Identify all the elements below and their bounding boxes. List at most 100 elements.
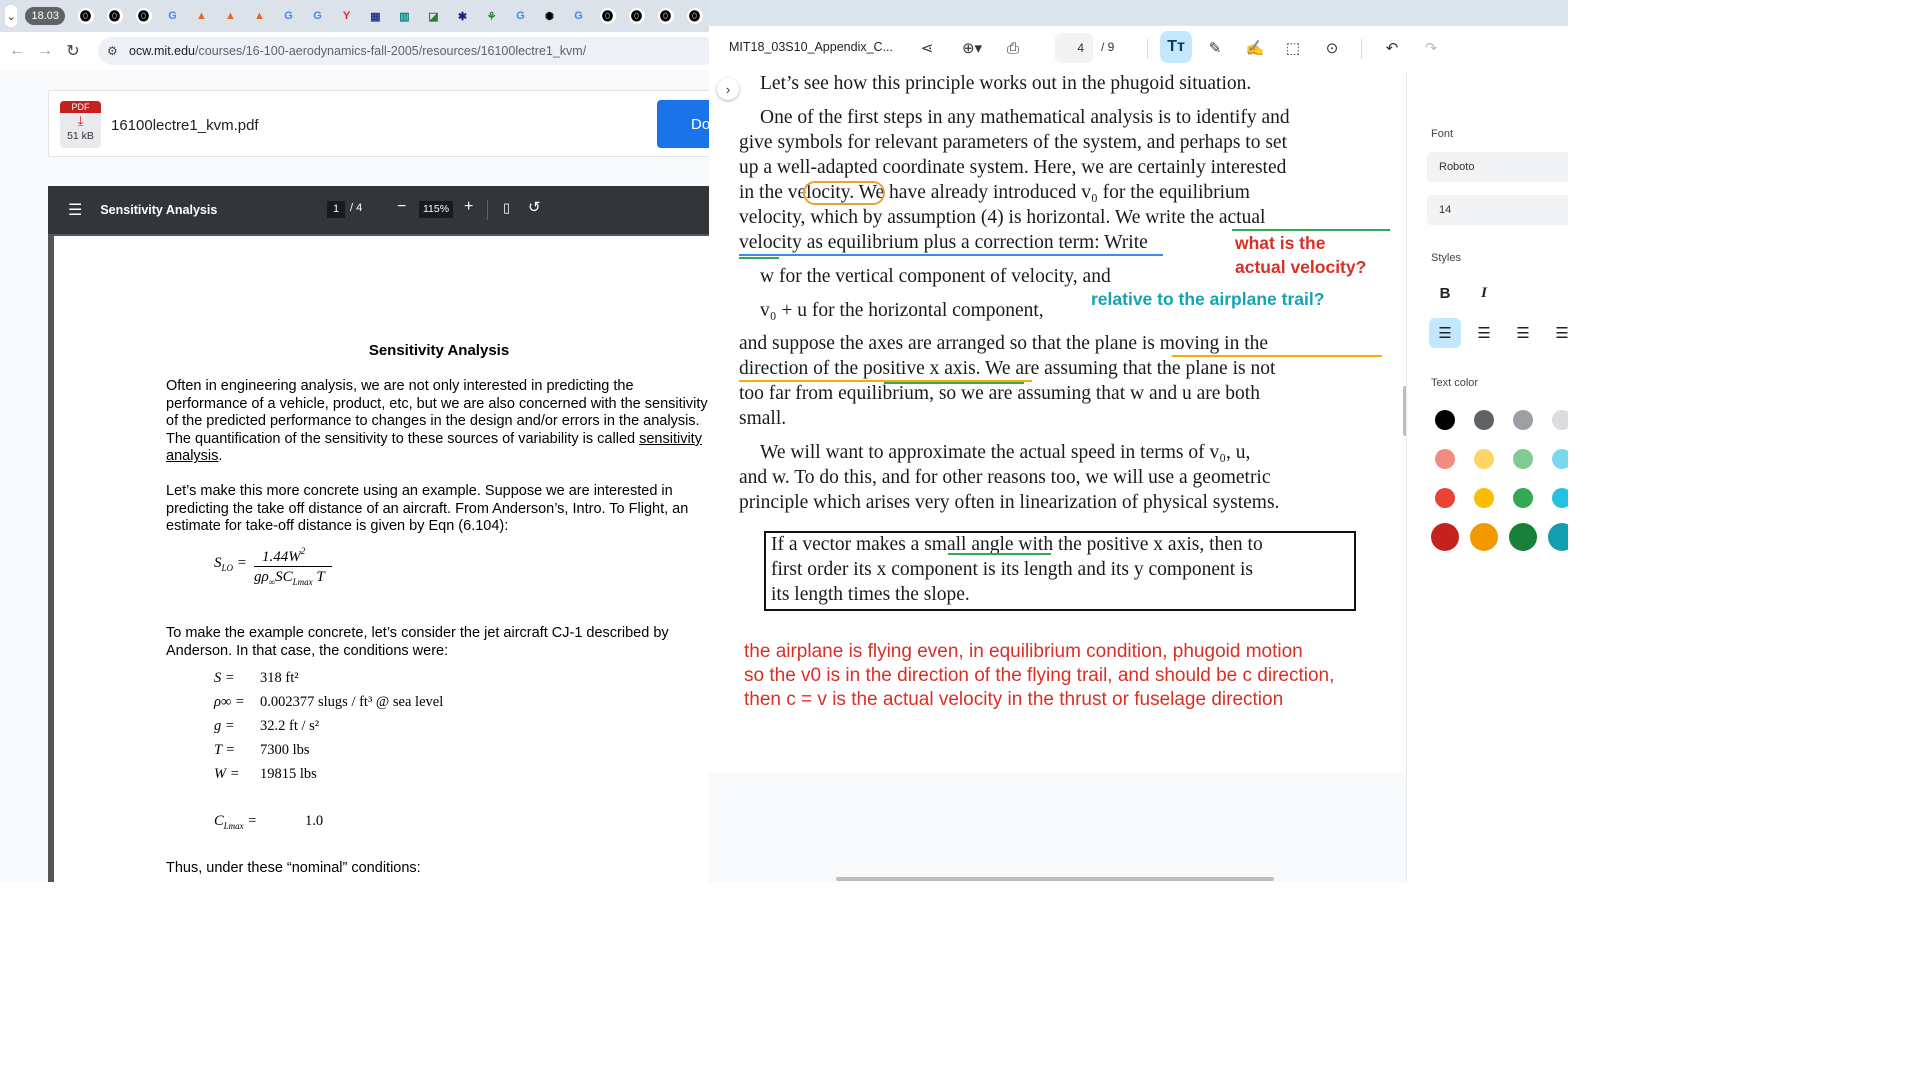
- color-swatch[interactable]: [1474, 449, 1494, 469]
- color-swatch[interactable]: [1548, 523, 1568, 551]
- zoom-in-icon[interactable]: +: [464, 198, 473, 216]
- draw-icon[interactable]: ✎: [1203, 36, 1227, 60]
- align-center-button[interactable]: ☰: [1468, 318, 1500, 348]
- color-swatch[interactable]: [1431, 523, 1459, 551]
- color-swatch[interactable]: [1470, 523, 1498, 551]
- pdf-viewer-toolbar: ☰ Sensitivity Analysis 1 / 4 − 115% + ▯ …: [48, 186, 709, 234]
- align-justify-button[interactable]: ☰: [1546, 318, 1568, 348]
- color-swatch[interactable]: [1552, 488, 1568, 508]
- fit-page-icon[interactable]: ▯: [503, 200, 510, 216]
- tab-search-button[interactable]: ⌄: [5, 5, 18, 27]
- color-swatch[interactable]: [1509, 523, 1537, 551]
- pdf-file-badge[interactable]: PDF ⤓ 51 kB: [60, 101, 101, 148]
- back-button[interactable]: ←: [6, 40, 28, 62]
- color-swatch[interactable]: [1474, 488, 1494, 508]
- annotation-note-line[interactable]: the airplane is flying even, in equilibr…: [744, 641, 1303, 663]
- browser-tab[interactable]: ⓿: [100, 0, 129, 32]
- blue-underline: [739, 254, 1163, 256]
- pdf-heading: Sensitivity Analysis: [368, 342, 510, 359]
- browser-tab[interactable]: G: [158, 0, 187, 32]
- zoom-menu-icon[interactable]: ⊕▾: [954, 36, 990, 60]
- zoom-out-icon[interactable]: −: [397, 198, 406, 216]
- annotation-question-teal[interactable]: relative to the airplane trail?: [1091, 289, 1324, 310]
- font-label: Font: [1431, 128, 1454, 140]
- browser-tab[interactable]: ⚘: [477, 0, 506, 32]
- color-swatch[interactable]: [1513, 449, 1533, 469]
- color-swatch[interactable]: [1552, 410, 1568, 430]
- color-swatch[interactable]: [1552, 449, 1568, 469]
- paragraph: Often in engineering analysis, we are no…: [166, 378, 709, 466]
- rotate-icon[interactable]: ↺: [528, 198, 541, 216]
- browser-tab[interactable]: ◪: [419, 0, 448, 32]
- print-icon[interactable]: ⎙: [1001, 36, 1025, 60]
- browser-tab[interactable]: ▲: [187, 0, 216, 32]
- tab-group-chip[interactable]: 18.03: [25, 7, 65, 25]
- annotation-note-line[interactable]: then c = v is the actual velocity in the…: [744, 689, 1283, 711]
- browser-tab[interactable]: ▲: [216, 0, 245, 32]
- orange-underline: [1172, 355, 1382, 357]
- menu-icon[interactable]: ☰: [68, 200, 82, 220]
- text-line: v₀ + u for the horizontal component,: [760, 300, 1044, 321]
- browser-tab[interactable]: G: [564, 0, 593, 32]
- page-number-input[interactable]: 4: [1055, 33, 1093, 63]
- browser-tab[interactable]: ⓿: [622, 0, 651, 32]
- browser-tab[interactable]: ⓿: [71, 0, 100, 32]
- address-bar[interactable]: ⚙ ocw.mit.edu/courses/16-100-aerodynamic…: [98, 37, 709, 65]
- expand-sidebar-button[interactable]: ›: [717, 78, 739, 100]
- screenshot-search-icon[interactable]: ⊙: [1320, 36, 1344, 60]
- align-right-icon: ☰: [1516, 325, 1530, 342]
- theorem-box: If a vector makes a small angle with the…: [764, 531, 1356, 611]
- parameter-value: 0.002377 slugs / ft³ @ sea level: [260, 694, 444, 710]
- text-line: velocity as equilibrium plus a correctio…: [739, 232, 1148, 253]
- color-swatch[interactable]: [1435, 449, 1455, 469]
- color-swatch[interactable]: [1474, 410, 1494, 430]
- browser-tab[interactable]: ⓿: [651, 0, 680, 32]
- browser-tab[interactable]: ⓿: [680, 0, 709, 32]
- font-size-select[interactable]: 14: [1427, 195, 1568, 225]
- forward-button[interactable]: →: [34, 40, 56, 62]
- align-left-button[interactable]: ☰: [1429, 318, 1461, 348]
- browser-tab[interactable]: ⓿: [129, 0, 158, 32]
- zoom-input[interactable]: 115%: [419, 201, 453, 218]
- google-icon: G: [516, 10, 525, 22]
- browser-tab[interactable]: Y: [332, 0, 361, 32]
- annotation-question[interactable]: actual velocity?: [1235, 257, 1366, 278]
- download-button[interactable]: Do: [657, 100, 709, 148]
- google-icon: G: [574, 10, 583, 22]
- annotation-question[interactable]: what is the: [1235, 233, 1325, 254]
- color-swatch[interactable]: [1435, 488, 1455, 508]
- signature-icon[interactable]: ✍: [1243, 36, 1267, 60]
- browser-tab[interactable]: G: [303, 0, 332, 32]
- browser-tab[interactable]: ✱: [448, 0, 477, 32]
- color-swatch[interactable]: [1513, 410, 1533, 430]
- site-settings-icon[interactable]: ⚙: [107, 44, 121, 58]
- undo-icon[interactable]: ↶: [1380, 36, 1404, 60]
- redo-icon[interactable]: ↷: [1419, 36, 1443, 60]
- text-line: up a well-adapted coordinate system. Her…: [739, 157, 1287, 178]
- text-tool-button[interactable]: Tт: [1160, 31, 1192, 63]
- color-swatch[interactable]: [1513, 488, 1533, 508]
- select-area-icon[interactable]: ⬚: [1281, 36, 1305, 60]
- color-swatch[interactable]: [1435, 410, 1455, 430]
- align-right-button[interactable]: ☰: [1507, 318, 1539, 348]
- pdf-viewer: ☰ Sensitivity Analysis 1 / 4 − 115% + ▯ …: [48, 186, 709, 882]
- browser-tab[interactable]: ▲: [245, 0, 274, 32]
- reload-button[interactable]: ↻: [62, 40, 84, 62]
- parameter-label: S =: [214, 670, 235, 686]
- browser-tab[interactable]: G: [506, 0, 535, 32]
- bold-button[interactable]: B: [1429, 278, 1461, 308]
- browser-tab[interactable]: ⓿: [593, 0, 622, 32]
- browser-tab[interactable]: ▥: [390, 0, 419, 32]
- browser-tab[interactable]: ▦: [361, 0, 390, 32]
- browser-tab[interactable]: G: [274, 0, 303, 32]
- share-icon[interactable]: ⋖: [915, 36, 939, 60]
- pdf-viewer-title: Sensitivity Analysis: [100, 203, 218, 217]
- browser-tab[interactable]: ✺: [535, 0, 564, 32]
- text-line: We will want to approximate the actual s…: [760, 442, 1251, 463]
- pdf-page-total: / 4: [350, 202, 363, 214]
- font-select[interactable]: Roboto: [1427, 152, 1568, 182]
- horizontal-scrollbar[interactable]: [836, 877, 1274, 881]
- italic-button[interactable]: I: [1468, 278, 1500, 308]
- pdf-page-input[interactable]: 1: [327, 201, 345, 218]
- annotation-note-line[interactable]: so the v0 is in the direction of the fly…: [744, 665, 1334, 687]
